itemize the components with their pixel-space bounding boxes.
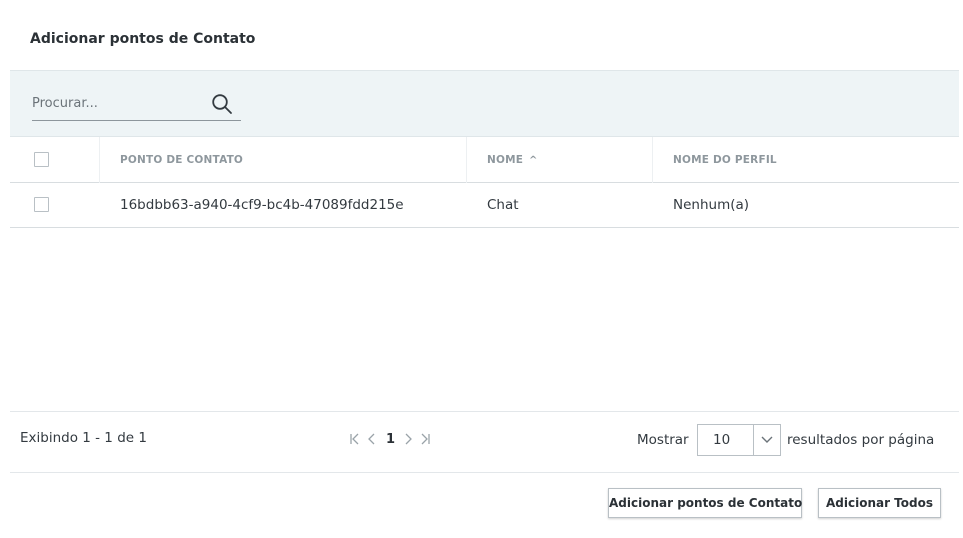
column-header-contact-point[interactable]: PONTO DE CONTATO bbox=[120, 137, 243, 183]
results-count: Exibindo 1 - 1 de 1 bbox=[20, 430, 147, 446]
show-label: Mostrar bbox=[637, 432, 689, 448]
per-page-label: resultados por página bbox=[787, 432, 935, 448]
column-header-profile-name[interactable]: NOME DO PERFIL bbox=[673, 137, 777, 183]
sort-ascending-icon: ^ bbox=[529, 155, 538, 166]
dialog-title: Adicionar pontos de Contato bbox=[30, 31, 256, 47]
column-separator bbox=[652, 137, 653, 183]
search-icon[interactable] bbox=[211, 93, 233, 115]
actions-divider bbox=[10, 472, 959, 473]
table-row[interactable]: 16bdbb63-a940-4cf9-bc4b-47089fdd215e Cha… bbox=[10, 183, 959, 228]
row-checkbox[interactable] bbox=[34, 197, 49, 212]
search-field[interactable] bbox=[32, 88, 241, 121]
add-contact-points-button[interactable]: Adicionar pontos de Contato bbox=[608, 488, 802, 518]
cell-name: Chat bbox=[487, 197, 519, 213]
search-input[interactable] bbox=[32, 92, 202, 114]
per-page-value: 10 bbox=[713, 432, 731, 448]
chevron-down-icon[interactable] bbox=[759, 433, 775, 447]
column-separator bbox=[99, 137, 100, 183]
cell-profile-name: Nenhum(a) bbox=[673, 197, 750, 213]
next-page-icon[interactable] bbox=[401, 432, 415, 446]
column-header-name-label: NOME bbox=[487, 154, 524, 166]
last-page-icon[interactable] bbox=[418, 432, 432, 446]
select-divider bbox=[753, 425, 754, 455]
current-page[interactable]: 1 bbox=[386, 432, 395, 447]
footer-divider bbox=[10, 411, 959, 412]
pagination: 1 bbox=[348, 428, 435, 450]
select-all-checkbox[interactable] bbox=[34, 152, 49, 167]
cell-contact-point: 16bdbb63-a940-4cf9-bc4b-47089fdd215e bbox=[120, 197, 404, 213]
search-bar bbox=[10, 70, 959, 137]
first-page-icon[interactable] bbox=[348, 432, 362, 446]
prev-page-icon[interactable] bbox=[365, 432, 379, 446]
add-all-button[interactable]: Adicionar Todos bbox=[818, 488, 941, 518]
column-header-name[interactable]: NOME ^ bbox=[487, 137, 538, 183]
per-page-select[interactable]: 10 bbox=[697, 424, 781, 456]
column-separator bbox=[466, 137, 467, 183]
table-header: PONTO DE CONTATO NOME ^ NOME DO PERFIL bbox=[10, 137, 959, 183]
